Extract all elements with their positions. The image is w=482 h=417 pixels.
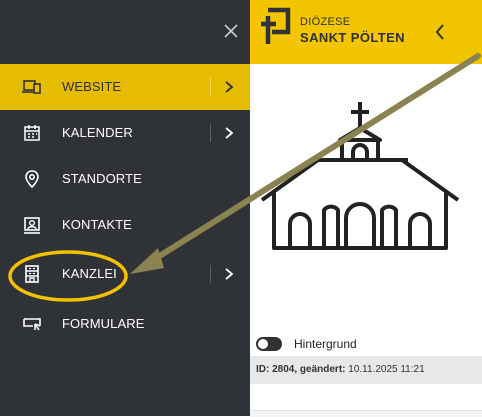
chevron-right-icon[interactable] xyxy=(222,78,236,96)
divider xyxy=(210,265,211,283)
chevron-right-icon[interactable] xyxy=(222,124,236,142)
form-icon xyxy=(23,318,41,331)
sidebar-item-formulare[interactable]: FORMULARE xyxy=(0,301,250,347)
sidebar-item-label: KONTAKTE xyxy=(62,217,132,232)
sidebar-item-kanzlei[interactable]: KANZLEI xyxy=(0,251,250,297)
background-toggle[interactable] xyxy=(256,337,282,351)
location-pin-icon xyxy=(25,170,39,189)
sidebar-item-label: STANDORTE xyxy=(62,171,142,186)
sidebar-item-kontakte[interactable]: KONTAKTE xyxy=(0,202,250,248)
divider xyxy=(210,124,211,142)
header: DIÖZESE SANKT PÖLTEN xyxy=(250,0,482,64)
sidebar-item-label: WEBSITE xyxy=(62,79,122,94)
contact-card-icon xyxy=(24,217,40,234)
diocese-logo xyxy=(261,7,291,44)
meta-prefix: ID: 2804, geändert: xyxy=(256,364,346,375)
meta-info: ID: 2804, geändert: 10.11.2025 11:21 xyxy=(250,356,482,384)
sidebar-item-website[interactable]: WEBSITE xyxy=(0,64,250,110)
background-toggle-row: Hintergrund xyxy=(250,333,482,357)
divider xyxy=(210,78,211,96)
devices-icon xyxy=(22,80,41,94)
sidebar-item-standorte[interactable]: STANDORTE xyxy=(0,156,250,202)
sidebar-item-kalender[interactable]: KALENDER xyxy=(0,110,250,156)
toggle-knob xyxy=(258,339,268,349)
church-icon xyxy=(260,102,460,250)
calendar-icon xyxy=(24,125,40,141)
office-building-icon xyxy=(25,265,39,283)
meta-value: 10.11.2025 11:21 xyxy=(348,364,425,375)
brand-line2: SANKT PÖLTEN xyxy=(300,30,405,45)
sidebar-item-label: KANZLEI xyxy=(62,266,117,281)
chevron-right-icon[interactable] xyxy=(222,265,236,283)
sidebar-item-label: FORMULARE xyxy=(62,316,145,331)
toggle-label: Hintergrund xyxy=(294,337,357,351)
sidebar-item-label: KALENDER xyxy=(62,125,133,140)
chevron-left-icon[interactable] xyxy=(433,22,447,42)
brand-line1: DIÖZESE xyxy=(300,16,351,28)
sidebar: WEBSITE KALENDER STANDORTE KONTAKTE KANZ… xyxy=(0,0,250,416)
meta-text: ID: 2804, geändert: 10.11.2025 11:21 xyxy=(256,364,425,375)
main-content: DIÖZESE SANKT PÖLTEN Hintergrund ID: 280… xyxy=(250,0,482,417)
close-icon[interactable] xyxy=(220,20,242,42)
